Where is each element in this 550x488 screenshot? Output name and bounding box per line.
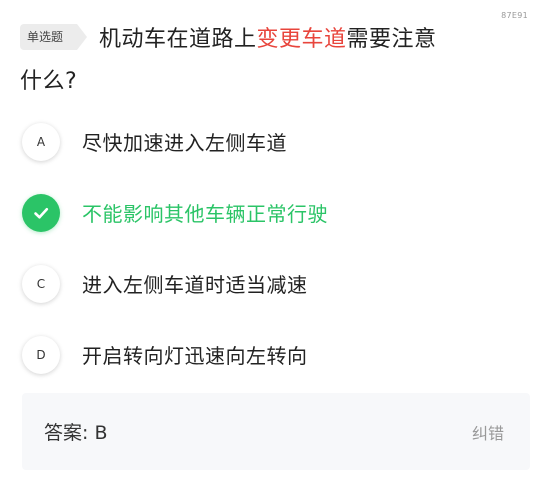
question-text-after: 需要注意 xyxy=(346,27,437,52)
quiz-page: 87E91 单选题 机动车在道路上变更车道需要注意 什么? A 尽快加速进入左侧… xyxy=(0,0,550,488)
question-type-tag: 单选题 xyxy=(20,24,88,50)
option-c[interactable]: C 进入左侧车道时适当减速 xyxy=(22,248,528,319)
option-a-text: 尽快加速进入左侧车道 xyxy=(82,131,287,155)
option-b[interactable]: 不能影响其他车辆正常行驶 xyxy=(22,177,528,248)
answer-text: 答案: B xyxy=(44,418,108,445)
option-d[interactable]: D 开启转向灯迅速向左转向 xyxy=(22,319,528,390)
option-d-badge: D xyxy=(22,335,60,374)
question-first-line: 单选题 机动车在道路上变更车道需要注意 xyxy=(20,18,510,56)
answer-box: 答案: B 纠错 xyxy=(22,393,530,470)
checkmark-icon xyxy=(22,193,60,232)
answer-value: B xyxy=(94,422,108,444)
report-error-button[interactable]: 纠错 xyxy=(472,420,504,444)
options-list: A 尽快加速进入左侧车道 不能影响其他车辆正常行驶 C 进入左侧车道时适当减速 … xyxy=(22,106,528,390)
question-text: 机动车在道路上变更车道需要注意 xyxy=(99,21,437,53)
question-text-highlight: 变更车道 xyxy=(256,27,347,52)
option-d-text: 开启转向灯迅速向左转向 xyxy=(82,344,308,368)
question-text-before: 机动车在道路上 xyxy=(99,27,257,52)
option-a[interactable]: A 尽快加速进入左侧车道 xyxy=(22,106,528,177)
question-block: 单选题 机动车在道路上变更车道需要注意 什么? xyxy=(20,18,510,98)
option-b-text: 不能影响其他车辆正常行驶 xyxy=(82,202,328,226)
option-a-badge: A xyxy=(22,122,60,161)
option-c-text: 进入左侧车道时适当减速 xyxy=(82,273,308,297)
option-c-badge: C xyxy=(22,264,60,303)
answer-label: 答案: xyxy=(44,422,89,444)
question-text-line2: 什么? xyxy=(20,69,78,94)
